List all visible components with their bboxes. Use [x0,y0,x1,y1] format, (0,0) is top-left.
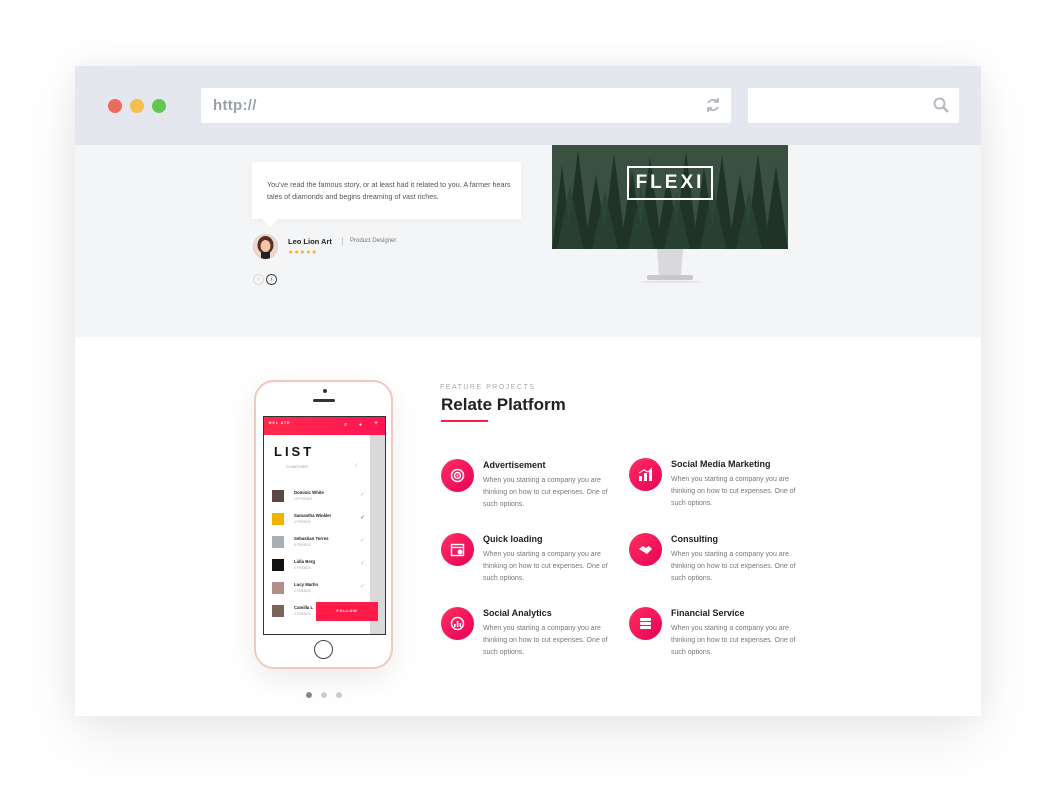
follow-button[interactable]: FOLLOW [316,602,378,621]
app-plus-icon[interactable]: + [374,420,378,427]
phone-home-button [314,640,333,659]
check-icon[interactable]: ✓ [360,560,365,567]
pager-dot-active[interactable] [306,692,312,698]
list-item[interactable]: Lucy Martin 2 FRIENDS ✓ [272,579,367,600]
handshake-icon [629,533,662,566]
feature-text: When you starting a company you are thin… [671,476,796,507]
feature-title: Advertisement [483,460,546,470]
list-item-name: Dominic White [294,490,324,495]
feature-text: When you starting a company you are thin… [671,625,796,656]
list-item-sub: 6 FRIENDS [294,566,311,570]
section-kicker: FEATURE PROJECTS [440,384,536,391]
features-section: REL ATE ⌕ ● + LIST 24 MATCHES ✓ Dominic … [75,337,981,716]
target-icon [441,459,474,492]
testimonial-card: You've read the famous story, or at leas… [252,162,521,227]
phone-camera [323,389,327,393]
list-avatar [272,490,284,502]
check-icon[interactable]: ✓ [360,514,365,521]
feature-title: Financial Service [671,608,745,618]
feature-social-media-marketing: Social Media Marketing When you starting… [629,458,809,518]
title-underline [441,420,488,422]
rating-stars: ★★★★★ [288,250,318,256]
list-item-name: Lidia Berg [294,559,316,564]
list-subtitle: 24 MATCHES [286,465,308,469]
monitor-stand [640,249,700,283]
list-avatar [272,605,284,617]
app-logo: REL ATE [269,421,291,425]
search-icon[interactable] [933,97,949,113]
app-search-icon[interactable]: ⌕ [344,422,347,429]
feature-title: Consulting [671,534,718,544]
search-input[interactable] [748,88,959,123]
feature-text: When you starting a company you are thin… [483,625,608,656]
list-item[interactable]: Sebastian Torres 8 FRIENDS ✓ [272,533,367,554]
list-title: LIST [274,444,315,459]
feature-text: When you starting a company you are thin… [671,551,796,582]
feature-title: Quick loading [483,534,543,544]
address-bar-text: http:// [213,97,257,114]
check-icon[interactable]: ✓ [360,583,365,590]
list-item-sub: 12 FRIENDS [294,497,313,501]
monitor-screen: FLEXI [552,145,788,249]
feature-financial-service: Financial Service When you starting a co… [629,607,809,667]
chevron-left-icon[interactable]: ‹ [253,274,264,285]
feature-title: Social Analytics [483,608,552,618]
feature-quick-loading: Quick loading When you starting a compan… [441,533,621,593]
pager-dot[interactable] [321,692,327,698]
browser-window: http:// You've read the famous story, or… [75,66,981,716]
coins-icon [629,607,662,640]
app-header: REL ATE ⌕ ● + [264,417,385,435]
phone-mockup: REL ATE ⌕ ● + LIST 24 MATCHES ✓ Dominic … [254,380,393,669]
address-bar[interactable]: http:// [201,88,731,123]
testimonial-section: You've read the famous story, or at leas… [75,145,981,337]
list-avatar [272,582,284,594]
author-role: Product Designer [350,238,397,244]
list-item-sub: 2 FRIENDS [294,589,311,593]
list-item-name: Samantha Winkler [294,513,332,518]
minimize-window-button[interactable] [130,99,144,113]
close-window-button[interactable] [108,99,122,113]
check-icon: ✓ [354,463,360,469]
list-item-name: Sebastian Torres [294,536,329,541]
browser-toolbar: http:// [75,66,981,145]
list-item-name: Camilla L [294,605,314,610]
feature-text: When you starting a company you are thin… [483,551,608,582]
feature-consulting: Consulting When you starting a company y… [629,533,809,593]
analytics-icon [441,607,474,640]
chart-icon [629,458,662,491]
phone-screen: REL ATE ⌕ ● + LIST 24 MATCHES ✓ Dominic … [263,416,386,635]
monitor-brand: FLEXI [627,166,713,200]
check-icon[interactable]: ✓ [360,537,365,544]
author-divider [342,237,343,246]
phone-speaker [313,399,335,402]
feature-social-analytics: Social Analytics When you starting a com… [441,607,621,667]
list-item[interactable]: Samantha Winkler 4 FRIENDS ✓ [272,510,367,531]
check-icon[interactable]: ✓ [360,491,365,498]
calendar-icon [441,533,474,566]
list-item-name: Lucy Martin [294,582,319,587]
list-avatar [272,559,284,571]
maximize-window-button[interactable] [152,99,166,113]
feature-advertisement: Advertisement When you starting a compan… [441,459,621,519]
carousel-pager [306,685,351,703]
list-avatar [272,536,284,548]
feature-text: When you starting a company you are thin… [483,477,608,508]
list-item-sub: 4 FRIENDS [294,520,311,524]
list-avatar [272,513,284,525]
author-name: Leo Lion Art [288,237,332,246]
list-item-sub: 9 FRIENDS [294,612,311,616]
list-item[interactable]: Lidia Berg 6 FRIENDS ✓ [272,556,367,577]
section-title: Relate Platform [441,395,566,414]
list-item[interactable]: Dominic White 12 FRIENDS ✓ [272,487,367,508]
chevron-right-icon[interactable]: › [266,274,277,285]
reload-icon[interactable] [705,97,721,113]
app-bell-icon[interactable]: ● [359,422,362,428]
list-item-sub: 8 FRIENDS [294,543,311,547]
author-avatar [253,234,278,259]
testimonial-quote: You've read the famous story, or at leas… [267,180,511,201]
pager-dot[interactable] [336,692,342,698]
feature-title: Social Media Marketing [671,459,771,469]
